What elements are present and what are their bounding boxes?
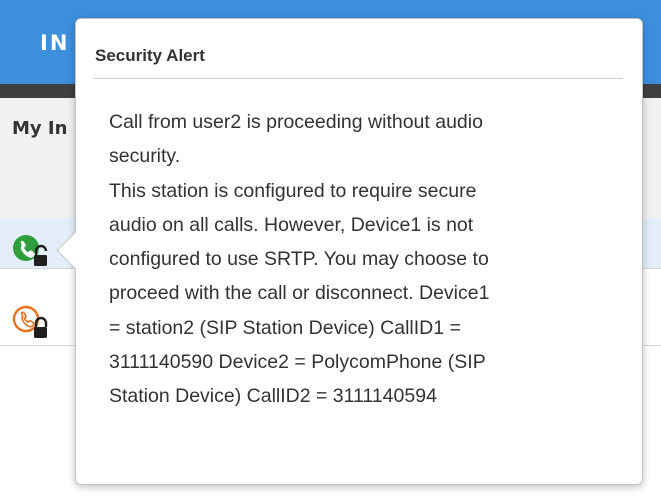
panel-title: My In: [12, 118, 68, 139]
app-header-title: IN: [40, 31, 70, 55]
message-line: 3111140590 Device2 = PolycomPhone (SIP: [109, 351, 486, 374]
popover-title: Security Alert: [95, 46, 205, 65]
message-line: proceed with the call or disconnect. Dev…: [109, 282, 490, 305]
message-line: This station is configured to require se…: [109, 179, 477, 202]
security-alert-popover: Security Alert Call from user2 is procee…: [56, 18, 643, 485]
message-line: security.: [109, 145, 181, 168]
popover-divider: [93, 78, 623, 79]
message-line: configured to use SRTP. You may choose t…: [109, 248, 489, 271]
message-line: = station2 (SIP Station Device) CallID1 …: [109, 316, 461, 339]
phone-secure-ringing-icon: [12, 305, 48, 338]
popover-message: Call from user2 is proceeding without au…: [109, 105, 619, 414]
phone-secure-connected-icon: [13, 235, 48, 266]
message-line: audio on all calls. However, Device1 is …: [109, 213, 474, 236]
message-line: Station Device) CallID2 = 3111140594: [109, 385, 437, 408]
screen: IN My In Security Alert Call from user2 …: [0, 0, 661, 501]
message-line: Call from user2 is proceeding without au…: [109, 111, 483, 133]
